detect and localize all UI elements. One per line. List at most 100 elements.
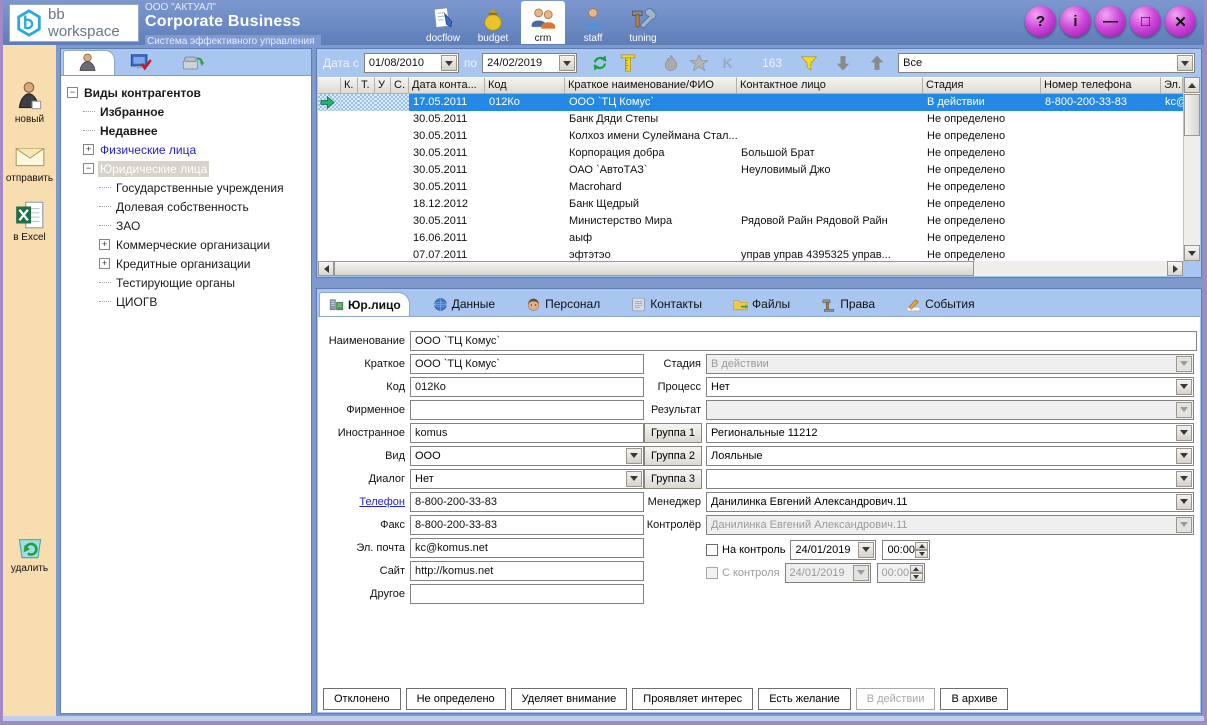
process-combo[interactable]: Нет — [706, 377, 1194, 397]
column-header-name[interactable]: Краткое наименование/ФИО — [565, 77, 737, 94]
tree-item[interactable]: ЦИОГВ — [67, 292, 309, 311]
ruler-button[interactable] — [616, 51, 640, 75]
phone-link-label[interactable]: Телефон — [322, 496, 410, 508]
table-row[interactable]: 30.05.2011Корпорация добраБольшой БратНе… — [318, 145, 1183, 162]
tree-item[interactable]: ЗАО — [67, 216, 309, 235]
help-button[interactable]: ? — [1025, 6, 1056, 37]
group3-combo[interactable] — [706, 469, 1194, 489]
expand-icon[interactable]: + — [99, 258, 110, 269]
stage-button[interactable]: Проявляет интерес — [632, 688, 753, 710]
kind-combo[interactable]: ООО — [410, 446, 644, 466]
maximize-button[interactable]: □ — [1130, 6, 1161, 37]
scroll-up-icon[interactable] — [1184, 77, 1200, 93]
date-from-combo[interactable]: 01/08/2010 — [364, 53, 459, 73]
tree-item[interactable]: +Коммерческие организации — [67, 235, 309, 254]
manager-combo[interactable]: Данилинка Евгений Александрович.11 — [706, 492, 1194, 512]
chevron-down-icon[interactable] — [1177, 55, 1193, 71]
stage-button[interactable]: Не определено — [406, 688, 506, 710]
stage-button[interactable]: Отклонено — [323, 688, 401, 710]
tab-personnel[interactable]: Персонал — [517, 292, 608, 316]
tree-item[interactable]: −Виды контрагентов — [67, 83, 309, 102]
tab-contacts[interactable]: Контакты — [622, 292, 710, 316]
expand-icon[interactable]: + — [99, 239, 110, 250]
column-header-contact[interactable]: Контактное лицо — [737, 77, 923, 94]
module-budget[interactable]: budget — [471, 1, 515, 44]
name-input[interactable] — [410, 331, 1197, 351]
arrow-down-button[interactable] — [831, 51, 855, 75]
spin-down-icon[interactable] — [915, 550, 928, 558]
table-row[interactable]: 17.05.2011012КоООО `ТЦ Комус`В действии8… — [318, 94, 1183, 111]
tree-item[interactable]: +Физические лица — [67, 140, 309, 159]
email-input[interactable] — [410, 538, 644, 558]
tree-item[interactable]: Тестирующие органы — [67, 273, 309, 292]
tree-item[interactable]: −Юридические лица — [67, 159, 309, 178]
spin-up-icon[interactable] — [915, 542, 928, 550]
column-header-ind[interactable] — [318, 77, 341, 94]
chevron-down-icon[interactable] — [1176, 379, 1192, 395]
group3-button[interactable]: Группа 3 — [644, 469, 702, 489]
other-input[interactable] — [410, 584, 644, 604]
chevron-down-icon[interactable] — [858, 542, 874, 558]
minimize-button[interactable]: — — [1095, 6, 1126, 37]
column-header-code[interactable]: Код — [485, 77, 565, 94]
info-button[interactable]: i — [1060, 6, 1091, 37]
chevron-down-icon[interactable] — [626, 448, 642, 464]
column-header-phone[interactable]: Номер телефона — [1041, 77, 1161, 94]
table-row[interactable]: 18.12.2012Банк ЩедрыйНе определено — [318, 196, 1183, 213]
column-header-k[interactable]: К. — [341, 77, 358, 94]
column-header-email[interactable]: Эл. — [1161, 77, 1183, 94]
tab-rights[interactable]: Права — [812, 292, 883, 316]
short-name-input[interactable] — [410, 354, 644, 374]
table-row[interactable]: 30.05.2011Министерство МираРядовой Райн … — [318, 213, 1183, 230]
horizontal-scrollbar[interactable] — [318, 261, 1183, 276]
scroll-left-icon[interactable] — [318, 261, 334, 276]
vertical-scrollbar[interactable] — [1183, 77, 1200, 261]
module-tuning[interactable]: tuning — [621, 1, 665, 44]
module-staff[interactable]: staff — [571, 1, 615, 44]
tree-tab-calls[interactable] — [167, 50, 219, 75]
table-row[interactable]: 30.05.2011ОАО `АвтоТАЗ`Неуловимый ДжоНе … — [318, 162, 1183, 179]
excel-button[interactable]: в Excel — [13, 198, 47, 243]
table-row[interactable]: 30.05.2011Колхоз имени Сулеймана Стал...… — [318, 128, 1183, 145]
star-button[interactable] — [687, 51, 711, 75]
new-button[interactable]: новый — [13, 80, 47, 125]
on-control-checkbox[interactable] — [706, 544, 718, 556]
funnel-button[interactable] — [797, 51, 821, 75]
vscroll-thumb[interactable] — [1184, 94, 1200, 136]
delete-button[interactable]: удалить — [11, 529, 48, 574]
module-crm[interactable]: crm — [521, 1, 565, 44]
site-input[interactable] — [410, 561, 644, 581]
column-header-s[interactable]: С. — [391, 77, 409, 94]
tab-files[interactable]: Файлы — [724, 292, 798, 316]
chevron-down-icon[interactable] — [1176, 448, 1192, 464]
close-button[interactable]: ✕ — [1165, 6, 1196, 37]
stage-button[interactable]: Есть желание — [758, 688, 851, 710]
hscroll-thumb[interactable] — [334, 261, 974, 276]
column-header-date[interactable]: Дата конта... — [409, 77, 485, 94]
tree-item[interactable]: Избранное — [67, 102, 309, 121]
stage-button[interactable]: В архиве — [940, 688, 1008, 710]
k-filter-button[interactable]: K — [715, 51, 739, 75]
arrow-up-button[interactable] — [865, 51, 889, 75]
send-button[interactable]: отправить — [6, 139, 53, 184]
scroll-right-icon[interactable] — [1167, 261, 1183, 276]
tab-data[interactable]: Данные — [424, 292, 503, 316]
scroll-down-icon[interactable] — [1184, 245, 1200, 261]
tree-tab-contractors[interactable] — [63, 50, 115, 75]
tab-events[interactable]: События — [897, 292, 983, 316]
chevron-down-icon[interactable] — [559, 55, 575, 71]
refresh-button[interactable] — [588, 51, 612, 75]
tree-item[interactable]: +Кредитные организации — [67, 254, 309, 273]
fax-input[interactable] — [410, 515, 644, 535]
filter-select[interactable]: Все — [898, 53, 1195, 73]
module-docflow[interactable]: docflow — [421, 1, 465, 44]
tree-item[interactable]: Недавнее — [67, 121, 309, 140]
group1-button[interactable]: Группа 1 — [644, 423, 702, 443]
phone-input[interactable] — [410, 492, 644, 512]
dialog-combo[interactable]: Нет — [410, 469, 644, 489]
group1-combo[interactable]: Региональные 11212 — [706, 423, 1194, 443]
column-header-stage[interactable]: Стадия — [923, 77, 1041, 94]
stage-button[interactable]: Уделяет внимание — [511, 688, 628, 710]
code-input[interactable] — [410, 377, 644, 397]
table-row[interactable]: 07.07.2011эфтэтэоуправ управ 4395325 упр… — [318, 247, 1183, 261]
